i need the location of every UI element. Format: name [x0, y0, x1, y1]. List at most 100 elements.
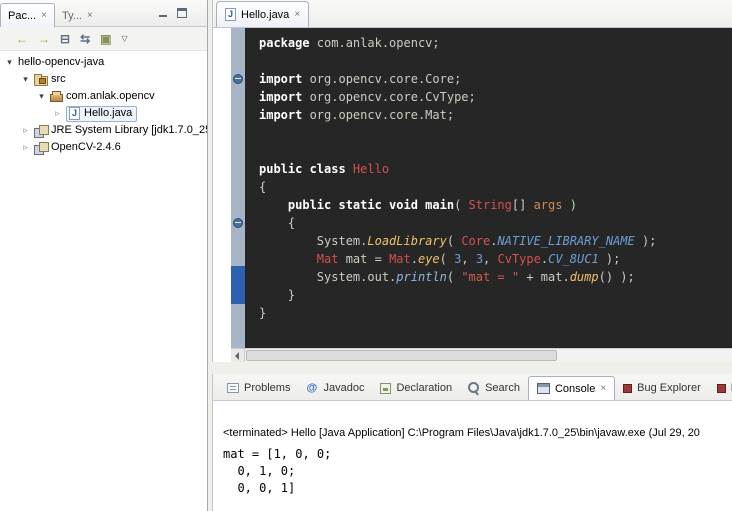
- tab-search[interactable]: Search: [460, 376, 528, 400]
- console-view: <terminated> Hello [Java Application] C:…: [213, 401, 732, 497]
- link-with-editor-icon[interactable]: ⇆: [80, 33, 90, 45]
- expand-arrow-icon[interactable]: ▹: [20, 142, 31, 153]
- panel-toolbar: ← → ⊟ ⇆ ▣ ▽: [0, 27, 207, 51]
- tab-problems[interactable]: Problems: [219, 376, 298, 400]
- code-line: Mat mat = Mat.eye( 3, 3, CvType.CV_8UC1 …: [259, 250, 732, 268]
- tree-item-jre-system-library-jdk1-7-0-25[interactable]: ▹ JRE System Library [jdk1.7.0_25]: [0, 122, 207, 139]
- maximize-icon[interactable]: [177, 8, 187, 18]
- console-output: mat = [1, 0, 0; 0, 1, 0; 0, 0, 1]: [223, 446, 724, 497]
- library-icon: [34, 142, 48, 153]
- code-line: [259, 124, 732, 142]
- collapse-all-icon[interactable]: ⊟: [60, 33, 70, 45]
- bug-icon: [717, 384, 726, 393]
- tab-label: Javadoc: [323, 382, 364, 394]
- tab-bug-explorer[interactable]: Bug Explorer: [615, 376, 709, 400]
- code-line: [259, 52, 732, 70]
- code-line: import org.opencv.core.CvType;: [259, 88, 732, 106]
- left-view-tabbar: Pac... × Ty... ×: [0, 0, 207, 27]
- library-icon: [34, 125, 48, 136]
- range-indicator: [231, 266, 245, 304]
- tree-item-hello-java[interactable]: ▹ Hello.java: [0, 105, 207, 122]
- package-icon: [50, 94, 63, 102]
- editor-tab-hello-java[interactable]: Hello.java ×: [216, 1, 309, 27]
- java-file-icon: [225, 8, 236, 21]
- collapse-arrow-icon[interactable]: ▾: [36, 91, 47, 102]
- code-line: }: [259, 286, 732, 304]
- close-icon[interactable]: ×: [87, 11, 93, 21]
- minimize-icon[interactable]: [158, 8, 168, 18]
- tab-console[interactable]: Console ×: [528, 376, 615, 400]
- tab-declaration[interactable]: Declaration: [372, 376, 460, 400]
- view-tab-label: Ty...: [62, 10, 82, 22]
- annotation-ruler: [231, 28, 245, 348]
- javadoc-icon: [306, 382, 318, 394]
- code-line: public class Hello: [259, 160, 732, 178]
- declaration-icon: [380, 383, 391, 394]
- scrollbar-thumb[interactable]: [246, 350, 557, 361]
- tab-bug[interactable]: Bug: [709, 376, 732, 400]
- tab-label: Console: [555, 383, 595, 395]
- editor-body: package com.anlak.opencv; import org.ope…: [213, 28, 732, 348]
- close-icon[interactable]: ×: [294, 10, 300, 20]
- code-line: {: [259, 214, 732, 232]
- fold-collapse-icon[interactable]: [233, 218, 243, 228]
- code-line: import org.opencv.core.Core;: [259, 70, 732, 88]
- expand-arrow-icon[interactable]: ▹: [52, 108, 63, 119]
- tree-item-label: OpenCV-2.4.6: [51, 139, 121, 156]
- eclipse-window: Pac...×Ty...× ←→⊟⇆▣▽ ▾hello-opencv-java▾…: [0, 0, 732, 511]
- tab-javadoc[interactable]: Javadoc: [298, 376, 372, 400]
- code-line: package com.anlak.opencv;: [259, 34, 732, 52]
- editor-area: Hello.java × package com.anlak.opencv; i…: [212, 0, 732, 362]
- tab-label: Problems: [244, 382, 290, 394]
- horizontal-scrollbar[interactable]: [231, 348, 732, 362]
- tab-label: Bug Explorer: [637, 382, 701, 394]
- expand-arrow-icon[interactable]: ▹: [20, 125, 31, 136]
- tree-item-label: src: [51, 71, 66, 88]
- close-icon[interactable]: ×: [41, 11, 47, 21]
- code-line: public static void main( String[] args ): [259, 196, 732, 214]
- search-icon: [468, 382, 480, 394]
- code-area[interactable]: package com.anlak.opencv; import org.ope…: [245, 28, 732, 348]
- view-menu-icon[interactable]: ▽: [121, 35, 127, 43]
- editor-tab-label: Hello.java: [241, 9, 289, 21]
- bug-icon: [623, 384, 632, 393]
- java-file-icon: [69, 107, 80, 120]
- editor-tabbar: Hello.java ×: [213, 0, 732, 28]
- console-icon: [537, 383, 550, 394]
- collapse-arrow-icon[interactable]: ▾: [4, 57, 15, 68]
- view-tab-pac[interactable]: Pac... ×: [0, 3, 55, 27]
- package-explorer-panel: Pac...×Ty...× ←→⊟⇆▣▽ ▾hello-opencv-java▾…: [0, 0, 208, 511]
- code-line: import org.opencv.core.Mat;: [259, 106, 732, 124]
- code-line: System.LoadLibrary( Core.NATIVE_LIBRARY_…: [259, 232, 732, 250]
- bottom-tabbar: Problems Javadoc Declaration Search Console ×…: [213, 374, 732, 401]
- tree-item-label: Hello.java: [84, 105, 132, 122]
- tree-item-label: com.anlak.opencv: [66, 88, 155, 105]
- src-folder-icon: [34, 76, 48, 86]
- collapse-arrow-icon[interactable]: ▾: [20, 74, 31, 85]
- code-line: [259, 142, 732, 160]
- view-tab-label: Pac...: [8, 10, 36, 22]
- code-line: }: [259, 304, 732, 322]
- forward-icon[interactable]: →: [38, 33, 50, 45]
- tree-item-com-anlak-opencv[interactable]: ▾ com.anlak.opencv: [0, 88, 207, 105]
- tree-item-label: hello-opencv-java: [18, 54, 104, 71]
- project-tree: ▾hello-opencv-java▾src▾com.anlak.opencv▹…: [0, 51, 207, 156]
- tree-selection: Hello.java: [66, 106, 137, 122]
- tree-item-src[interactable]: ▾ src: [0, 71, 207, 88]
- bottom-panel: Problems Javadoc Declaration Search Console ×…: [212, 374, 732, 511]
- focus-on-task-icon[interactable]: ▣: [100, 33, 111, 45]
- tab-label: Search: [485, 382, 520, 394]
- scroll-left-icon[interactable]: [231, 349, 245, 362]
- tree-item-label: JRE System Library [jdk1.7.0_25]: [51, 122, 207, 139]
- left-view-tabs: Pac... × Ty... ×: [0, 3, 100, 20]
- tree-item-opencv-2-4-6[interactable]: ▹ OpenCV-2.4.6: [0, 139, 207, 156]
- problems-icon: [227, 383, 239, 393]
- panel-minmax: [158, 8, 187, 18]
- tab-label: Declaration: [396, 382, 452, 394]
- back-icon[interactable]: ←: [16, 33, 28, 45]
- close-icon[interactable]: ×: [600, 384, 606, 394]
- code-line: System.out.println( "mat = " + mat.dump(…: [259, 268, 732, 286]
- fold-collapse-icon[interactable]: [233, 74, 243, 84]
- tree-item-hello-opencv-java[interactable]: ▾hello-opencv-java: [0, 54, 207, 71]
- view-tab-ty[interactable]: Ty... ×: [55, 4, 100, 28]
